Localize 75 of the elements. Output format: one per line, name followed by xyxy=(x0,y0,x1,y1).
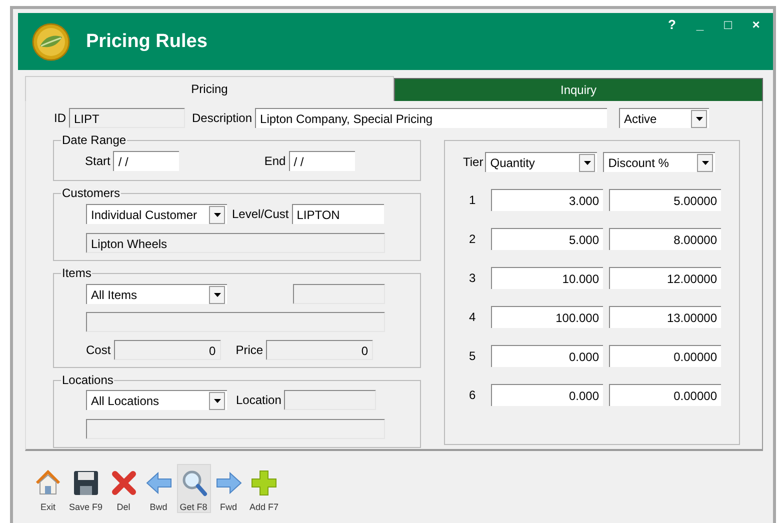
delete-icon xyxy=(110,469,138,497)
tab[interactable]: Inquiry xyxy=(394,78,763,101)
field-label: Location xyxy=(236,393,282,407)
field-label: Tier xyxy=(463,155,484,169)
input-field[interactable]: / / xyxy=(113,151,180,171)
input-field[interactable]: 3.000 xyxy=(491,189,603,211)
input-field[interactable]: 0.000 xyxy=(491,345,603,367)
toolbar-button[interactable]: Add F7 xyxy=(246,464,282,513)
dropdown[interactable]: Individual Customer xyxy=(86,204,227,224)
group-title: Customers xyxy=(61,186,122,200)
input-field[interactable]: LIPTON xyxy=(292,204,384,224)
input-field[interactable]: Lipton Company, Special Pricing xyxy=(255,108,608,128)
house-icon xyxy=(34,469,62,497)
input-field[interactable] xyxy=(293,284,385,304)
input-field[interactable]: 0.00000 xyxy=(609,345,721,367)
input-field[interactable]: 0 xyxy=(114,340,221,360)
toolbar-button[interactable]: Bwd xyxy=(142,464,176,513)
close-button[interactable]: × xyxy=(749,17,763,32)
tier-number: 3 xyxy=(468,271,477,285)
tier-number: 2 xyxy=(468,232,477,246)
field-label: Start xyxy=(85,154,110,168)
dropdown-arrow-icon xyxy=(214,292,220,296)
tier-number: 4 xyxy=(468,310,477,324)
group-title: Items xyxy=(61,266,92,280)
dropdown-arrow-icon xyxy=(584,160,591,164)
input-field[interactable]: 100.000 xyxy=(491,306,603,328)
toolbar-button[interactable]: Get F8 xyxy=(176,464,211,513)
field-label: Description xyxy=(192,111,252,125)
help-button[interactable]: ? xyxy=(665,17,679,32)
tab[interactable]: Pricing xyxy=(25,76,394,101)
leaf-logo-icon xyxy=(32,22,70,60)
dropdown[interactable]: Active xyxy=(619,108,710,128)
input-field[interactable]: 0.000 xyxy=(491,384,603,406)
left-arrow-icon xyxy=(144,469,173,497)
field-label: Price xyxy=(236,343,264,357)
input-field[interactable]: 5.000 xyxy=(491,228,603,250)
dropdown-arrow-icon xyxy=(702,160,709,164)
field-label: Cost xyxy=(86,343,111,357)
group-title: Locations xyxy=(61,373,114,387)
plus-icon xyxy=(250,469,278,497)
field-label: Level/Cust xyxy=(232,207,289,221)
field-label: End xyxy=(264,154,286,168)
input-field[interactable] xyxy=(86,312,385,332)
input-field[interactable]: 8.00000 xyxy=(609,228,721,250)
input-field[interactable]: 13.00000 xyxy=(609,306,721,328)
input-field[interactable]: 0 xyxy=(266,340,374,360)
minimize-button[interactable]: _ xyxy=(693,17,707,32)
toolbar-button[interactable]: Fwd xyxy=(212,464,246,513)
toolbar-button[interactable]: Exit xyxy=(31,464,65,513)
tier-number: 5 xyxy=(468,349,477,363)
input-field[interactable]: 5.00000 xyxy=(609,189,721,211)
dropdown[interactable]: Quantity xyxy=(485,152,598,172)
toolbar-button[interactable]: Save F9 xyxy=(66,464,106,513)
right-arrow-icon xyxy=(214,469,243,497)
maximize-button[interactable]: □ xyxy=(721,17,735,32)
input-field[interactable]: / / xyxy=(288,151,355,171)
toolbar-button[interactable]: Del xyxy=(106,464,141,513)
tier-number: 1 xyxy=(468,193,477,207)
input-field[interactable]: LIPT xyxy=(69,108,185,128)
input-field[interactable] xyxy=(86,419,385,439)
tier-number: 6 xyxy=(468,388,477,402)
input-field[interactable]: 12.00000 xyxy=(609,267,721,289)
input-field[interactable]: 10.000 xyxy=(491,267,603,289)
dropdown-arrow-icon xyxy=(214,398,220,402)
input-field[interactable]: 0.00000 xyxy=(609,384,721,406)
input-field[interactable] xyxy=(284,390,376,410)
dropdown[interactable]: Discount % xyxy=(603,152,716,172)
dropdown-arrow-icon xyxy=(696,116,703,120)
window-title: Pricing Rules xyxy=(86,30,208,52)
dropdown[interactable]: All Locations xyxy=(86,390,227,410)
group-title: Date Range xyxy=(61,133,128,147)
field-label: ID xyxy=(54,111,66,125)
dropdown-arrow-icon xyxy=(214,212,220,216)
input-field[interactable]: Lipton Wheels xyxy=(86,233,385,253)
dropdown[interactable]: All Items xyxy=(86,284,227,304)
